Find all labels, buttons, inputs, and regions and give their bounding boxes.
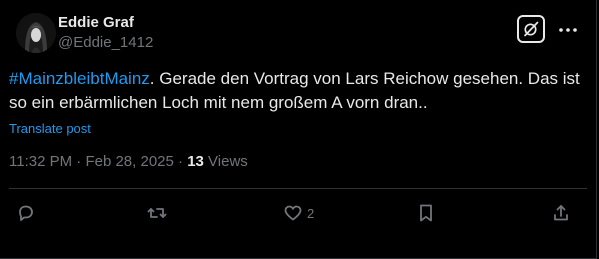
author-name[interactable]: Eddie Graf xyxy=(58,14,153,32)
tweet-meta: 11:32 PM · Feb 28, 2025 · 13 Views xyxy=(9,152,248,172)
grok-button[interactable] xyxy=(517,15,545,43)
bookmark-button[interactable] xyxy=(416,201,436,225)
share-icon xyxy=(554,205,568,221)
tweet-time[interactable]: 11:32 PM xyxy=(9,153,72,170)
avatar-image xyxy=(16,13,56,53)
tweet-date[interactable]: Feb 28, 2025 xyxy=(85,153,173,170)
meta-separator: · xyxy=(76,153,82,170)
thread-border-right xyxy=(596,0,597,259)
more-icon xyxy=(559,28,577,32)
views-count: 13 xyxy=(187,153,204,170)
more-button[interactable] xyxy=(556,18,580,42)
share-button[interactable] xyxy=(551,201,571,225)
bookmark-icon xyxy=(420,204,432,222)
heart-icon xyxy=(284,205,302,221)
reply-icon xyxy=(19,205,33,221)
meta-separator: · xyxy=(178,153,184,170)
author-block: Eddie Graf @Eddie_1412 xyxy=(58,14,153,53)
hashtag-link[interactable]: #MainzbleibtMainz xyxy=(9,69,150,88)
actions-divider xyxy=(9,188,587,189)
like-button[interactable]: 2 xyxy=(283,201,314,225)
views-label: Views xyxy=(208,153,248,170)
like-count: 2 xyxy=(307,205,315,221)
repost-icon xyxy=(147,208,167,218)
grok-icon xyxy=(524,21,539,37)
reply-button[interactable] xyxy=(16,201,40,225)
author-handle[interactable]: @Eddie_1412 xyxy=(58,33,153,53)
tweet-text: #MainzbleibtMainz. Gerade den Vortrag vo… xyxy=(9,67,589,115)
repost-button[interactable] xyxy=(147,201,171,225)
translate-post-link[interactable]: Translate post xyxy=(9,121,91,136)
avatar[interactable] xyxy=(16,13,56,53)
